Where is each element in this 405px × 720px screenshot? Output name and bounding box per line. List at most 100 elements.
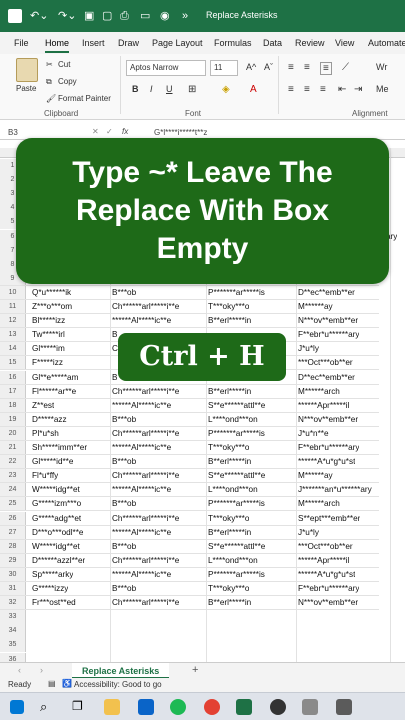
cell-c[interactable]: Ch******arl*****i**e (112, 387, 179, 396)
cell-b[interactable]: D***o***odl**e (32, 528, 83, 537)
orientation-icon[interactable]: ⟋ (342, 62, 349, 73)
cell-d[interactable]: B**erl*****in (208, 598, 251, 607)
cut-button[interactable]: Cut (58, 60, 70, 69)
cell-d[interactable]: L****ond***on (208, 485, 258, 494)
photos-icon[interactable] (302, 699, 318, 715)
paste-button[interactable]: Paste (16, 84, 36, 93)
obs-icon[interactable] (270, 699, 286, 715)
cell-c[interactable]: Ch******arl*****i**e (112, 514, 179, 523)
align-right-icon[interactable]: ≡ (320, 84, 326, 95)
insert-function-icon[interactable]: fx (122, 127, 128, 136)
bold-button[interactable]: B (132, 84, 139, 94)
cell-c[interactable]: ******Al*****ic**e (112, 528, 171, 537)
cell-d[interactable]: S**e******attl**e (208, 471, 265, 480)
add-sheet-icon[interactable]: + (192, 664, 198, 676)
cell-c[interactable]: ******Al*****ic**e (112, 316, 171, 325)
cell-b[interactable]: F*****izz (32, 358, 63, 367)
cell-c[interactable]: B***ob (112, 499, 136, 508)
tab-formulas[interactable]: Formulas (214, 38, 252, 48)
indent-increase-icon[interactable]: ⇥ (354, 84, 362, 95)
name-box[interactable]: B3 (8, 128, 18, 137)
paste-icon[interactable] (16, 58, 38, 82)
cell-c[interactable]: ******Al*****ic**e (112, 570, 171, 579)
align-bottom-icon[interactable]: ≡ (320, 62, 332, 75)
cell-b[interactable]: W*****idg**et (32, 485, 80, 494)
task-view-icon[interactable]: ❐ (72, 699, 83, 713)
cell-d[interactable]: S**e******attl**e (208, 542, 265, 551)
tab-draw[interactable]: Draw (118, 38, 139, 48)
borders-icon[interactable]: ⊞ (188, 84, 196, 95)
fill-color-icon[interactable]: ◈ (222, 84, 230, 95)
cell-b[interactable]: Bl*****izz (32, 316, 65, 325)
chrome-icon[interactable] (204, 699, 220, 715)
cell-b[interactable]: Sp*****arky (32, 570, 73, 579)
font-size-select[interactable]: 11 (210, 60, 238, 76)
align-top-icon[interactable]: ≡ (288, 62, 294, 73)
tab-insert[interactable]: Insert (82, 38, 105, 48)
touch-mode-icon[interactable]: ◉ (160, 8, 170, 24)
open-folder-icon[interactable]: ▭ (140, 8, 150, 24)
tab-file[interactable]: File (14, 38, 29, 48)
cell-c[interactable]: B***ob (112, 415, 136, 424)
cell-b[interactable]: Z**est (32, 401, 54, 410)
cell-b[interactable]: Gl*****im (32, 344, 65, 353)
copy-icon[interactable]: ⧉ (46, 77, 52, 87)
cell-c[interactable]: Ch******arl*****i**e (112, 598, 179, 607)
cell-e[interactable]: J*u*ly (298, 344, 319, 353)
search-icon[interactable]: ⌕ (40, 699, 47, 715)
cell-e[interactable]: ***Oct***ob**er (298, 542, 353, 551)
calculator-icon[interactable] (336, 699, 352, 715)
cancel-icon[interactable]: ✕ (92, 127, 99, 136)
cell-b[interactable]: Sh*****imm**er (32, 443, 87, 452)
cell-e[interactable]: ******A*u*g*u*st (298, 570, 355, 579)
cell-e[interactable]: D**ec**emb**er (298, 373, 355, 382)
merge-center-button[interactable]: Me (376, 84, 389, 94)
cell-d[interactable]: P*******ar*****is (208, 499, 265, 508)
copy-button[interactable]: Copy (58, 77, 77, 86)
cell-e[interactable]: D**ec**emb**er (298, 288, 355, 297)
cell-b[interactable]: Fl******ar**e (32, 387, 76, 396)
format-painter-button[interactable]: Format Painter (58, 94, 111, 103)
increase-font-icon[interactable]: A^ (246, 62, 256, 72)
cell-d[interactable]: B**erl*****in (208, 457, 251, 466)
cell-c[interactable]: ******Al*****ic**e (112, 485, 171, 494)
cell-d[interactable]: B**erl*****in (208, 316, 251, 325)
cell-e[interactable]: N***ov**emb**er (298, 598, 358, 607)
cell-e[interactable]: F**ebr*u******ary (298, 443, 359, 452)
cell-e[interactable]: J*******an*u******ary (298, 485, 372, 494)
cell-c[interactable]: B***ob (112, 288, 136, 297)
tab-view[interactable]: View (335, 38, 354, 48)
cell-c[interactable]: B (112, 330, 117, 339)
cell-e[interactable]: M******arch (298, 499, 340, 508)
formula-input[interactable]: G*l****i*****t**z (154, 128, 207, 137)
indent-decrease-icon[interactable]: ⇤ (338, 84, 346, 95)
cell-c[interactable]: B***ob (112, 457, 136, 466)
next-sheet-icon[interactable]: › (40, 665, 43, 675)
cell-d[interactable]: L****ond***on (208, 556, 258, 565)
align-center-icon[interactable]: ≡ (304, 84, 310, 95)
accessibility-status[interactable]: Accessibility: Good to go (74, 680, 162, 689)
cell-d[interactable]: T***oky***o (208, 514, 249, 523)
cell-d[interactable]: L****ond***on (208, 415, 258, 424)
cell-e[interactable]: M******ay (298, 471, 333, 480)
new-file-icon[interactable]: ▢ (102, 8, 112, 24)
cell-b[interactable]: W*****idg**et (32, 542, 80, 551)
decrease-font-icon[interactable]: Aˇ (264, 62, 273, 72)
cell-c[interactable]: Ch******arl*****i**e (112, 556, 179, 565)
cell-b[interactable]: D******azzl**er (32, 556, 85, 565)
cell-b[interactable]: Tw*****irl (32, 330, 65, 339)
cell-d[interactable]: T***oky***o (208, 302, 249, 311)
cell-b[interactable]: Q*u******ik (32, 288, 71, 297)
tab-review[interactable]: Review (295, 38, 325, 48)
customize-qat-icon[interactable]: » (182, 8, 188, 24)
cell-e[interactable]: M******ay (298, 302, 333, 311)
accessibility-icon[interactable]: ♿ (62, 679, 72, 688)
save-icon[interactable]: ▣ (84, 8, 94, 24)
row-header[interactable]: 34 (0, 624, 26, 639)
print-icon[interactable]: ⎙ (120, 8, 129, 24)
italic-button[interactable]: I (150, 84, 153, 94)
enter-icon[interactable]: ✓ (106, 127, 113, 136)
cell-e[interactable]: F**ebr*u******ary (298, 330, 359, 339)
font-name-select[interactable]: Aptos Narrow (126, 60, 206, 76)
cell-c[interactable]: ******Al*****ic**e (112, 443, 171, 452)
